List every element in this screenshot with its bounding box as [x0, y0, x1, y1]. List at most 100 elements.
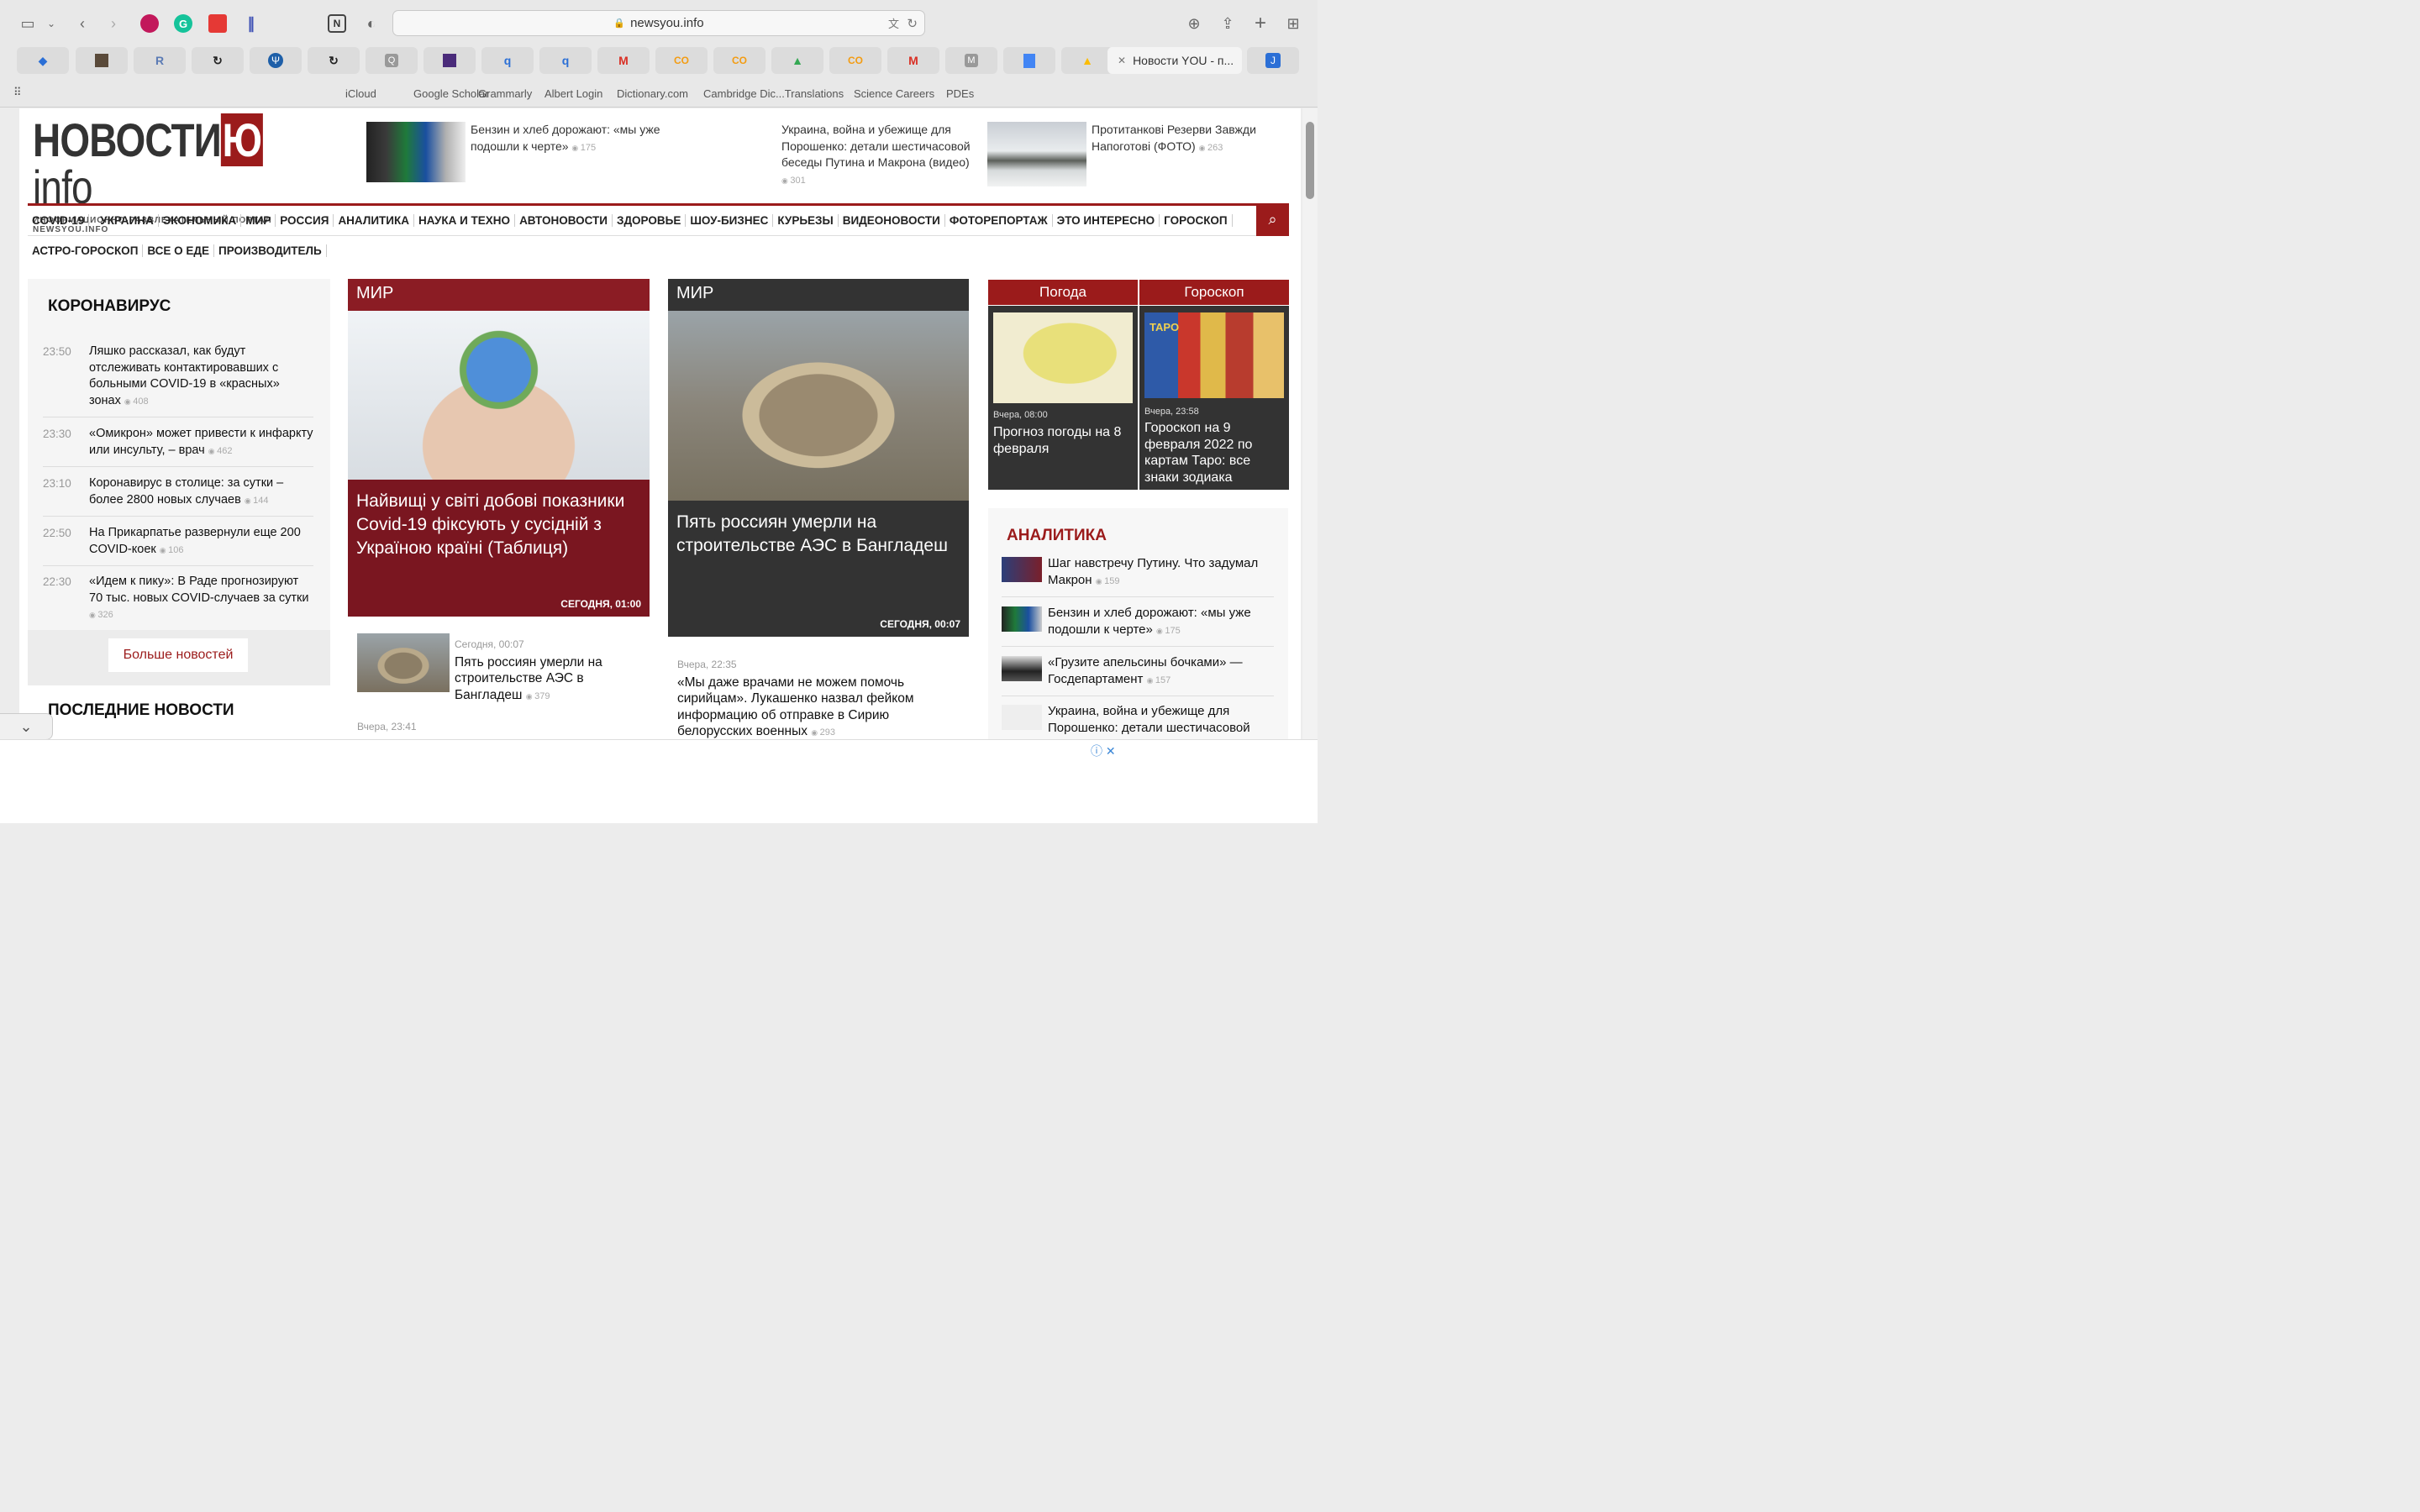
tab[interactable]: ▲: [1061, 47, 1113, 74]
nav-item[interactable]: МИР: [241, 214, 276, 227]
bars-icon[interactable]: ∥: [242, 14, 260, 33]
tab[interactable]: ◆: [17, 47, 69, 74]
featured-card[interactable]: МИР Найвищі у світі добові показники Cov…: [348, 279, 650, 617]
weather-card[interactable]: Вчера, 08:00 Прогноз погоды на 8 февраля: [988, 306, 1138, 490]
favorite-link[interactable]: Cambridge Dic...Translations: [703, 87, 844, 100]
nav-item[interactable]: ЗДОРОВЬЕ: [613, 214, 687, 227]
news-item[interactable]: Шаг навстречу Путину. Что задумал Макрон…: [1002, 555, 1274, 597]
notion-icon[interactable]: N: [328, 14, 346, 33]
tab[interactable]: [424, 47, 476, 74]
tab[interactable]: R: [134, 47, 186, 74]
download-icon[interactable]: ⊕: [1185, 13, 1203, 34]
tab[interactable]: [76, 47, 128, 74]
news-item[interactable]: 23:10 Коронавирус в столице: за сутки – б…: [43, 475, 313, 517]
tab[interactable]: CO: [655, 47, 708, 74]
tab-weather[interactable]: Погода: [988, 280, 1138, 305]
extension-icon[interactable]: [140, 14, 159, 33]
news-item[interactable]: 23:30 «Омикрон» может привести к инфаркту…: [43, 426, 313, 467]
nav-item[interactable]: ЭКОНОМИКА: [159, 214, 242, 227]
top-news-item[interactable]: Бензин и хлеб дорожают: «мы уже подошли …: [471, 122, 681, 156]
mendeley-icon[interactable]: [208, 14, 227, 33]
collapse-button[interactable]: ⌄: [0, 713, 53, 740]
news-item[interactable]: 22:30 «Идем к пику»: В Раде прогнозируют …: [43, 574, 313, 631]
news-item[interactable]: Сегодня, 00:07 Пять россиян умерли на стр…: [455, 637, 639, 705]
tab[interactable]: Ψ: [250, 47, 302, 74]
nav-item[interactable]: ПРОИЗВОДИТЕЛЬ: [214, 244, 327, 257]
tab[interactable]: M: [945, 47, 997, 74]
tab[interactable]: M: [597, 47, 650, 74]
news-item[interactable]: Вчера, 23:41: [357, 719, 643, 737]
ad-controls[interactable]: ⓘ ✕: [1091, 743, 1116, 759]
nav-item[interactable]: ГОРОСКОП: [1160, 214, 1233, 227]
close-icon[interactable]: ✕: [1118, 55, 1126, 66]
favorite-link[interactable]: Dictionary.com: [617, 87, 688, 100]
news-item[interactable]: Вчера, 22:35 «Мы даже врачами не можем по…: [677, 657, 955, 742]
tab[interactable]: M: [887, 47, 939, 74]
top-news-image[interactable]: [987, 122, 1086, 186]
tab[interactable]: q: [481, 47, 534, 74]
nav-item[interactable]: АНАЛИТИКА: [334, 214, 414, 227]
tab-overview-icon[interactable]: ⊞: [1284, 13, 1302, 34]
nav-item[interactable]: НАУКА И ТЕХНО: [414, 214, 516, 227]
tab[interactable]: q: [539, 47, 592, 74]
horoscope-card[interactable]: TAPO Вчера, 23:58 Гороскоп на 9 февраля …: [1139, 306, 1289, 490]
more-news-button[interactable]: Больше новостей: [108, 638, 248, 672]
tab[interactable]: J: [1247, 47, 1299, 74]
top-news-item[interactable]: Протитанкові Резерви Завжди Напоготові (…: [1092, 122, 1285, 156]
tab[interactable]: CO: [829, 47, 881, 74]
nav-item[interactable]: КУРЬЕЗЫ: [773, 214, 839, 227]
chevron-down-icon[interactable]: ⌄: [45, 13, 57, 34]
nav-item[interactable]: УКРАИНА: [96, 214, 159, 227]
forward-icon[interactable]: ›: [105, 13, 122, 34]
nav-item[interactable]: РОССИЯ: [276, 214, 334, 227]
back-icon[interactable]: ‹: [74, 13, 91, 34]
top-news-title: Украина, война и убежище для Порошенко: …: [781, 123, 971, 169]
nav-item[interactable]: АСТРО-ГОРОСКОП: [28, 244, 144, 257]
top-news-image[interactable]: [366, 122, 466, 182]
search-button[interactable]: ⌕: [1256, 203, 1289, 236]
news-item[interactable]: Украина, война и убежище для Порошенко: …: [1002, 703, 1274, 743]
info-icon[interactable]: ⓘ: [1091, 744, 1102, 758]
top-news-item[interactable]: Украина, война и убежище для Порошенко: …: [781, 122, 983, 189]
featured-card[interactable]: МИР Пять россиян умерли на строительстве…: [668, 279, 969, 637]
shield-icon[interactable]: ◐: [363, 14, 380, 33]
nav-item[interactable]: АВТОНОВОСТИ: [515, 214, 613, 227]
site-logo[interactable]: НОВОСТИЮ info ИНФОРМАЦИОННО-РАЗВЛЕКАТЕЛЬ…: [33, 113, 344, 234]
close-icon[interactable]: ✕: [1106, 744, 1116, 758]
tab-horoscope[interactable]: Гороскоп: [1139, 280, 1289, 305]
tab[interactable]: Q: [366, 47, 418, 74]
nav-item[interactable]: ВИДЕОНОВОСТИ: [839, 214, 945, 227]
tab[interactable]: CO: [713, 47, 765, 74]
nav-item[interactable]: COVID-19: [28, 214, 90, 227]
favorite-link[interactable]: Grammarly: [478, 87, 532, 100]
translate-icon[interactable]: 文: [888, 15, 899, 31]
news-item[interactable]: 23:50 Ляшко рассказал, как будут отслежив…: [43, 344, 313, 417]
reload-icon[interactable]: ↻: [907, 16, 918, 31]
favorite-link[interactable]: iCloud: [345, 87, 376, 100]
nav-item[interactable]: ФОТОРЕПОРТАЖ: [945, 214, 1053, 227]
news-thumbnail[interactable]: [357, 633, 450, 692]
nav-item[interactable]: ЭТО ИНТЕРЕСНО: [1053, 214, 1160, 227]
tab[interactable]: [1003, 47, 1055, 74]
news-item[interactable]: Бензин и хлеб дорожают: «мы уже подошли …: [1002, 605, 1274, 647]
share-icon[interactable]: ⇪: [1218, 13, 1237, 34]
tab[interactable]: ↻: [192, 47, 244, 74]
news-item[interactable]: 22:50 На Прикарпатье развернули еще 200 C…: [43, 525, 313, 566]
favorite-link[interactable]: Science Careers: [854, 87, 934, 100]
nav-item[interactable]: ШОУ-БИЗНЕС: [686, 214, 774, 227]
tab[interactable]: ↻: [308, 47, 360, 74]
grid-icon[interactable]: ⠿: [13, 86, 22, 99]
favorite-link[interactable]: Albert Login: [544, 87, 602, 100]
tab-active[interactable]: ✕ Новости YOU - п...: [1107, 47, 1242, 74]
tab[interactable]: ▲: [771, 47, 823, 74]
favorite-link[interactable]: PDEs: [946, 87, 974, 100]
address-bar[interactable]: 🔒 newsyou.info 文 ↻: [392, 10, 925, 36]
grammarly-icon[interactable]: G: [174, 14, 192, 33]
views-count: 379: [526, 691, 550, 701]
new-tab-icon[interactable]: +: [1251, 12, 1270, 34]
sidebar-toggle-icon[interactable]: ▭: [17, 13, 39, 34]
nav-item[interactable]: ВСЕ О ЕДЕ: [143, 244, 215, 257]
news-item[interactable]: «Грузите апельсины бочками» — Госдепарта…: [1002, 654, 1274, 696]
scrollbar[interactable]: [1302, 108, 1318, 747]
scrollbar-thumb[interactable]: [1306, 122, 1314, 199]
